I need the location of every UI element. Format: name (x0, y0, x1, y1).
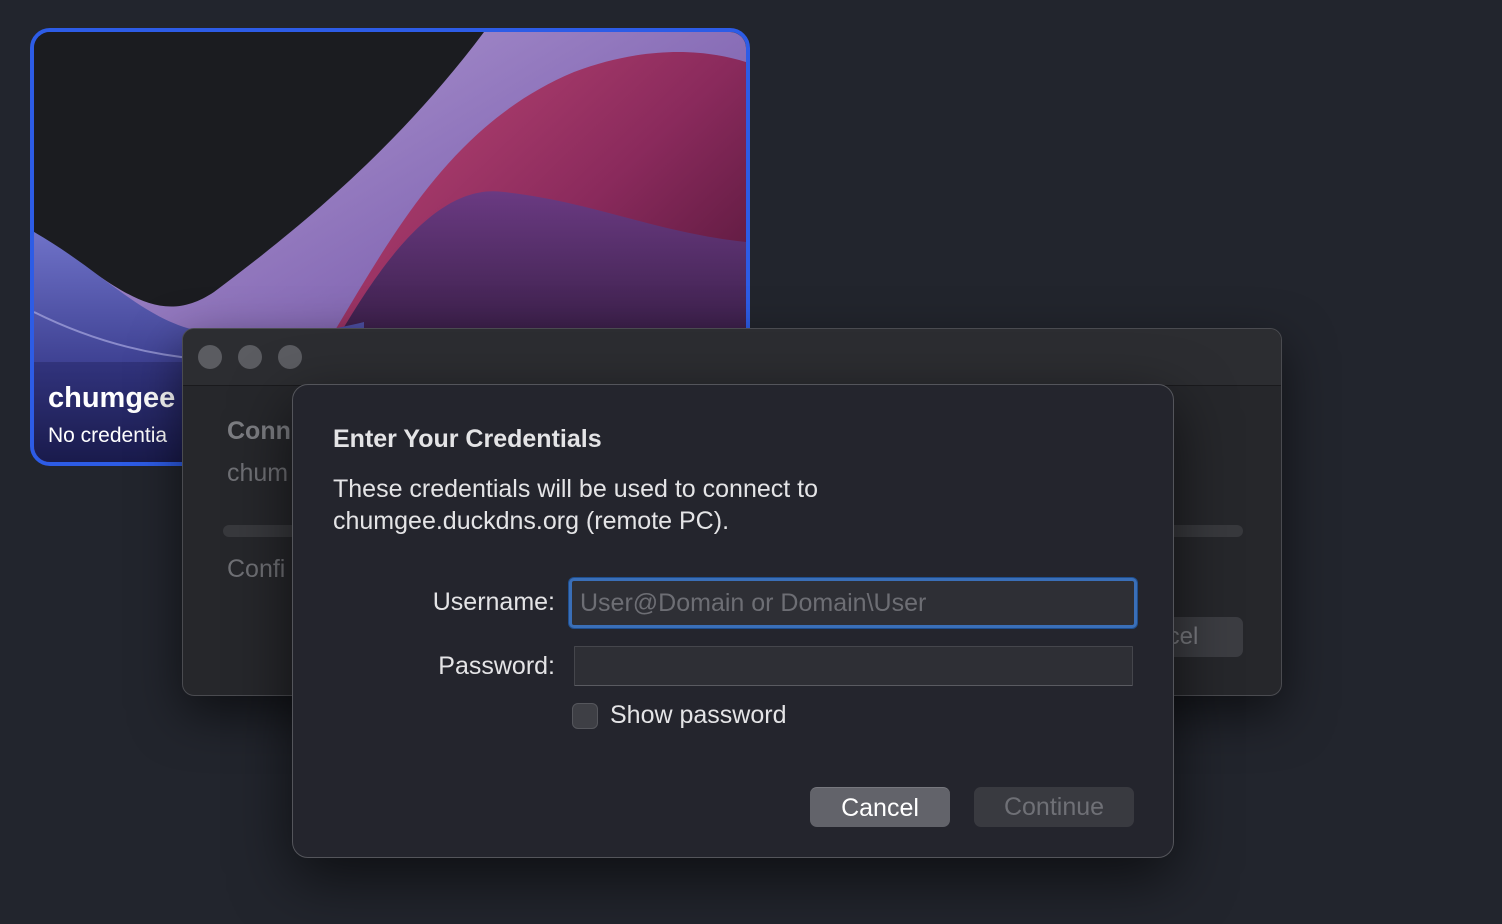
close-window-button[interactable] (198, 345, 222, 369)
pc-name: chumgee (48, 382, 176, 414)
minimize-window-button[interactable] (238, 345, 262, 369)
continue-button[interactable]: Continue (974, 787, 1134, 827)
credentials-dialog: Enter Your Credentials These credentials… (292, 384, 1174, 858)
dialog-description-line-2: chumgee.duckdns.org (remote PC). (333, 507, 730, 535)
dialog-description: These credentials will be used to connec… (333, 473, 1113, 537)
pc-status-text: No credentia (48, 424, 168, 447)
connecting-title: Conn (227, 417, 291, 445)
username-input[interactable] (569, 578, 1137, 628)
username-label: Username: (432, 588, 555, 616)
screen: chumgee No credentia Conn chum Confi cel… (0, 0, 1502, 924)
dialog-description-line-1: These credentials will be used to connec… (333, 475, 818, 503)
connecting-status: Confi (227, 555, 286, 583)
cancel-button[interactable]: Cancel (810, 787, 950, 827)
password-label: Password: (438, 652, 555, 680)
show-password-toggle[interactable]: Show password (572, 701, 786, 730)
dialog-title: Enter Your Credentials (333, 425, 602, 453)
show-password-checkbox[interactable] (572, 702, 598, 729)
zoom-window-button[interactable] (278, 345, 302, 369)
connecting-host: chum (227, 459, 289, 487)
show-password-label: Show password (610, 701, 787, 729)
window-titlebar[interactable] (183, 329, 1281, 386)
password-input[interactable] (574, 646, 1133, 686)
